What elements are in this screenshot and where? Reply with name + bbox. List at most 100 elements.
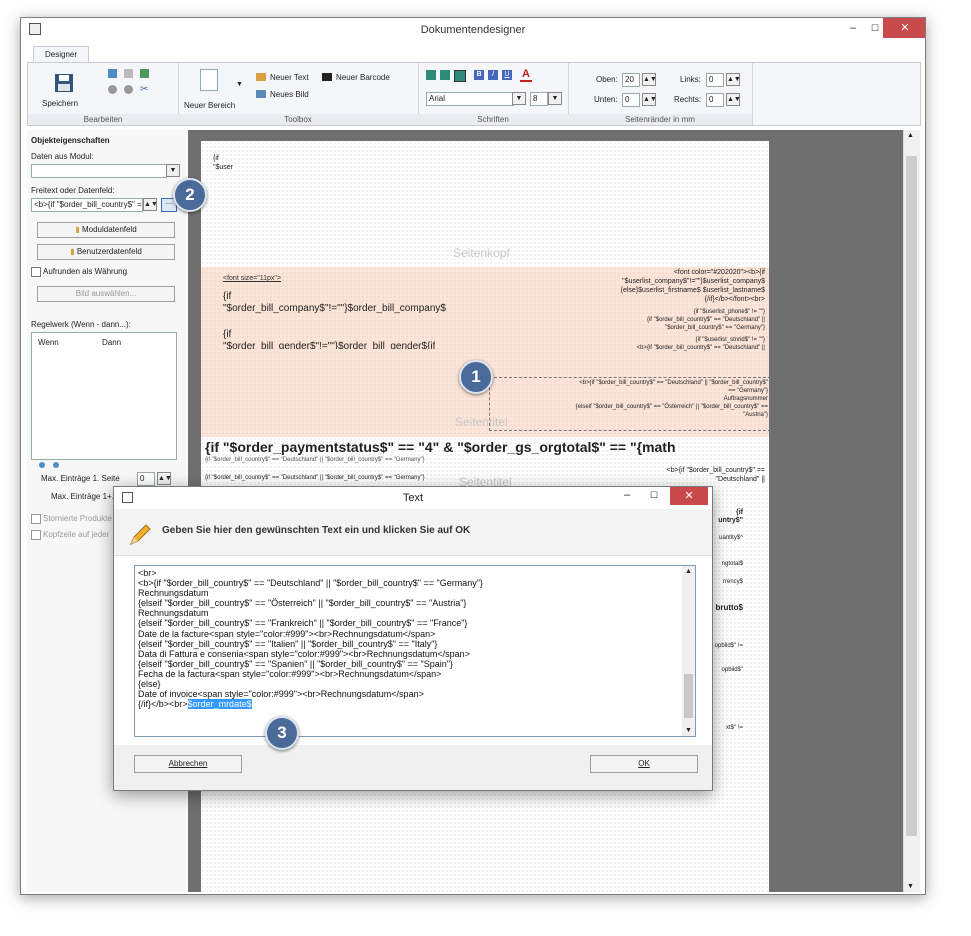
- ok-button[interactable]: OK: [590, 755, 698, 773]
- canvas-text[interactable]: {if "$order_bill_country$" == "Deutschla…: [205, 475, 425, 481]
- canvas-text[interactable]: {elseif "$order_bill_country$" == "Öster…: [576, 404, 768, 410]
- canvas-text[interactable]: <b>{if "$order_bill_country$" == "Deutsc…: [579, 380, 768, 386]
- underline-icon[interactable]: U: [502, 70, 512, 80]
- canvas-text[interactable]: "Austria"}: [743, 412, 768, 418]
- remove-rule-icon[interactable]: [53, 462, 59, 468]
- redo-icon[interactable]: [124, 85, 133, 94]
- canvas-text[interactable]: "$order_bill_gender$"!=""}$order_bill_ge…: [223, 341, 435, 349]
- right-input[interactable]: 0: [706, 93, 724, 107]
- undo-icon[interactable]: [108, 85, 117, 94]
- canvas-text[interactable]: {/if}</b></font><br>: [705, 296, 765, 303]
- align-right-icon[interactable]: [454, 70, 466, 82]
- close-button[interactable]: ✕: [883, 18, 925, 38]
- new-image-button[interactable]: Neues Bild: [270, 90, 309, 99]
- text-editor[interactable]: <br> <b>{if "$order_bill_country$" == "De…: [134, 565, 696, 737]
- storno-checkbox[interactable]: [31, 514, 41, 524]
- user-field-button[interactable]: ▮ Benutzerdatenfeld: [37, 244, 175, 260]
- round-checkbox[interactable]: [31, 267, 41, 277]
- paste-icon[interactable]: [124, 69, 133, 78]
- canvas-text[interactable]: {if "$userlist_stnrid$" != ""}: [696, 337, 765, 343]
- module-field-button[interactable]: ▮ Moduldatenfeld: [37, 222, 175, 238]
- canvas-text[interactable]: == "Germany"}: [728, 388, 768, 394]
- rules-list[interactable]: Wenn Dann: [31, 332, 177, 460]
- font-select[interactable]: Arial: [426, 92, 514, 106]
- left-input[interactable]: 0: [706, 73, 724, 87]
- align-center-icon[interactable]: [440, 70, 450, 80]
- canvas-text[interactable]: {if: [213, 155, 219, 162]
- address-band[interactable]: <font size="11px"> {if "$order_bill_comp…: [201, 267, 771, 437]
- format-icon[interactable]: [140, 69, 149, 78]
- max-first-spinner-icon[interactable]: ▲▼: [157, 472, 172, 485]
- canvas-text[interactable]: <b>{if "$order_bill_country$" == "Deutsc…: [637, 345, 765, 351]
- scroll-thumb[interactable]: [684, 674, 693, 718]
- scroll-down-icon[interactable]: ▼: [907, 883, 914, 890]
- canvas-text[interactable]: "$order_bill_country$" == "Germany"}: [665, 325, 765, 331]
- add-rule-icon[interactable]: [39, 462, 45, 468]
- canvas-text[interactable]: <b>{if "$order_bill_country$" ==: [667, 467, 765, 474]
- freetext-input[interactable]: <b>{if "$order_bill_country$" =: [31, 198, 143, 212]
- font-color-icon[interactable]: A: [520, 68, 532, 82]
- left-spinner-icon[interactable]: ▲▼: [726, 73, 741, 86]
- bold-icon[interactable]: B: [474, 70, 484, 80]
- canvas-text[interactable]: opbild$": [722, 667, 743, 673]
- canvas-text[interactable]: xt$" !=: [726, 725, 743, 731]
- scroll-down-icon[interactable]: ▼: [685, 727, 692, 734]
- scroll-up-icon[interactable]: ▲: [907, 132, 914, 139]
- canvas-text[interactable]: {if "$order_bill_country$" == "Deutschla…: [647, 317, 765, 323]
- dialog-close-button[interactable]: ✕: [670, 487, 708, 505]
- dropdown-arrow-icon[interactable]: ▼: [236, 81, 243, 88]
- header-checkbox[interactable]: [31, 530, 41, 540]
- cancel-button[interactable]: Abbrechen: [134, 755, 242, 773]
- dialog-minimize-button[interactable]: –: [624, 489, 630, 501]
- align-left-icon[interactable]: [426, 70, 436, 80]
- canvas-text[interactable]: untry$": [718, 517, 743, 524]
- canvas-text[interactable]: <font size="11px">: [223, 275, 281, 282]
- group-label: Toolbox: [178, 114, 418, 125]
- italic-icon[interactable]: I: [488, 70, 498, 80]
- copy-icon[interactable]: [108, 69, 117, 78]
- max-first-input[interactable]: 0: [137, 472, 155, 486]
- freetext-spinner-icon[interactable]: ▲▼: [143, 198, 158, 211]
- cut-icon[interactable]: ✂: [140, 85, 149, 95]
- scroll-thumb[interactable]: [906, 156, 917, 836]
- module-select[interactable]: [31, 164, 167, 178]
- dialog-maximize-button[interactable]: ☐: [650, 490, 658, 501]
- canvas-text[interactable]: "$user: [213, 164, 233, 171]
- select-image-button[interactable]: Bild auswählen...: [37, 286, 175, 302]
- bottom-input[interactable]: 0: [622, 93, 640, 107]
- save-button[interactable]: Speichern: [42, 99, 78, 108]
- vertical-scrollbar[interactable]: ▲ ▼: [903, 130, 920, 892]
- canvas-text[interactable]: "$userlist_company$"!=""}$userlist_compa…: [622, 278, 765, 285]
- tab-designer[interactable]: Designer: [33, 46, 89, 63]
- size-select[interactable]: 8: [530, 92, 548, 106]
- font-dropdown-icon[interactable]: ▼: [512, 92, 526, 105]
- bottom-spinner-icon[interactable]: ▲▼: [642, 93, 657, 106]
- editor-scrollbar[interactable]: ▲ ▼: [682, 566, 695, 736]
- canvas-text[interactable]: "$order_bill_company$"!=""}$order_bill_c…: [223, 303, 446, 314]
- canvas-text[interactable]: <font color="#202020"><b>{if: [674, 269, 765, 276]
- right-spinner-icon[interactable]: ▲▼: [726, 93, 741, 106]
- canvas-text[interactable]: {if: [223, 329, 231, 340]
- size-dropdown-icon[interactable]: ▼: [548, 92, 562, 105]
- canvas-heading[interactable]: {if "$order_paymentstatus$" == "4" & "$o…: [205, 439, 676, 455]
- scroll-up-icon[interactable]: ▲: [685, 568, 692, 575]
- new-area-button[interactable]: Neuer Bereich: [184, 101, 235, 110]
- canvas-text[interactable]: Auftragsnummer: [724, 396, 768, 402]
- canvas-text[interactable]: {if: [736, 509, 743, 516]
- canvas-text[interactable]: brutto$: [715, 603, 743, 612]
- canvas-text[interactable]: {if "$order_bill_country$" == "Deutschla…: [205, 457, 425, 463]
- selected-element[interactable]: <b>{if "$order_bill_country$" == "Deutsc…: [489, 377, 771, 431]
- canvas-text[interactable]: uantity$^: [719, 535, 743, 541]
- top-spinner-icon[interactable]: ▲▼: [642, 73, 657, 86]
- canvas-text[interactable]: ngtotal$: [722, 561, 743, 567]
- top-input[interactable]: 20: [622, 73, 640, 87]
- new-text-button[interactable]: Neuer Text: [270, 73, 309, 82]
- canvas-text[interactable]: {if: [223, 291, 231, 302]
- canvas-text[interactable]: {if "$userlist_phone$" != ""}: [694, 309, 765, 315]
- new-barcode-button[interactable]: Neuer Barcode: [336, 73, 390, 82]
- canvas-text[interactable]: rrency$: [723, 579, 743, 585]
- canvas-text[interactable]: opbild$" !=: [715, 643, 743, 649]
- canvas-text[interactable]: {else}$userlist_firstname$ $userlist_las…: [621, 287, 765, 294]
- module-dropdown-icon[interactable]: ▼: [166, 164, 180, 177]
- canvas-text[interactable]: "Deutschland" ||: [716, 476, 765, 483]
